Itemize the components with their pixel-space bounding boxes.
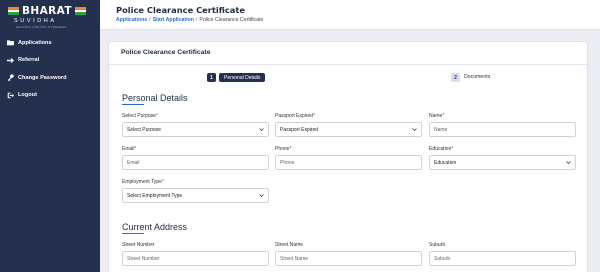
- label-text: Passport Expired: [275, 113, 314, 119]
- required-mark: *: [155, 113, 158, 119]
- chevron-down-icon: [259, 127, 264, 132]
- required-mark: *: [313, 113, 316, 119]
- email-input[interactable]: Email: [122, 155, 269, 170]
- page-header: Police Clearance Certificate Application…: [100, 0, 600, 30]
- email-field: Email* Email: [122, 146, 269, 170]
- sidebar-item-label: Logout: [18, 92, 37, 99]
- brand-tagline: HELPING INDIANS OVERSEAS: [16, 25, 67, 29]
- logout-icon: [7, 92, 14, 99]
- brand-logo[interactable]: BHARAT SUVIDHA HELPING INDIANS OVERSEAS: [0, 0, 100, 29]
- required-mark: *: [289, 146, 292, 152]
- required-mark: *: [161, 179, 164, 185]
- key-icon: [7, 74, 14, 82]
- label-text: Phone: [275, 146, 290, 152]
- input-placeholder: Phone: [280, 159, 295, 166]
- input-placeholder: Email: [127, 159, 140, 166]
- sidebar-item-label: Change Password: [18, 74, 67, 81]
- breadcrumb-separator: /: [149, 17, 151, 23]
- select-value: Education: [434, 159, 457, 166]
- phone-field: Phone* Phone: [275, 146, 422, 170]
- sidebar-item-change-password[interactable]: Change Password: [0, 69, 100, 87]
- field-label: Education*: [429, 146, 576, 153]
- field-label: Name*: [429, 113, 576, 120]
- phone-input[interactable]: Phone: [275, 155, 422, 170]
- breadcrumb-start-application[interactable]: Start Application: [153, 17, 194, 23]
- street-number-input[interactable]: Street Number: [122, 251, 269, 266]
- sidebar-item-label: Applications: [18, 39, 52, 46]
- step-1-label[interactable]: Personal Details: [219, 73, 266, 82]
- step-1-number[interactable]: 1: [207, 73, 216, 82]
- input-placeholder: Suburb: [434, 255, 451, 262]
- passport-expired-field: Passport Expired* Passport Expired: [275, 113, 422, 137]
- sidebar-item-referral[interactable]: Referral: [0, 52, 100, 70]
- breadcrumb-applications[interactable]: Applications: [116, 17, 147, 23]
- label-text: Education: [429, 146, 452, 152]
- card-title: Police Clearance Certificate: [109, 42, 587, 65]
- education-select[interactable]: Education: [429, 155, 576, 170]
- label-text: Email: [122, 146, 135, 152]
- field-label: Phone*: [275, 146, 422, 153]
- label-text: Select Purpose: [122, 113, 156, 119]
- stepper: 1 Personal Details 2 Documents: [109, 73, 587, 85]
- employment-type-select[interactable]: Select Employment Type: [122, 188, 269, 203]
- label-text: Employment Type: [122, 179, 162, 185]
- sidebar-item-logout[interactable]: Logout: [0, 87, 100, 105]
- purpose-field: Select Purpose* Select Purpose: [122, 113, 269, 137]
- street-name-field: Street Name Street Name: [275, 242, 422, 266]
- section-underline: [122, 232, 144, 234]
- brand-sub: SUVIDHA: [14, 18, 57, 24]
- field-label: Suburb: [429, 242, 446, 248]
- required-mark: *: [451, 146, 454, 152]
- arrow-right-icon: [7, 57, 14, 64]
- sidebar-item-label: Referral: [18, 57, 40, 64]
- breadcrumb: Applications / Start Application / Police Cl…: [116, 17, 600, 23]
- brand-name: BHARAT: [22, 5, 72, 17]
- chevron-down-icon: [566, 160, 571, 165]
- label-text: Name: [429, 113, 443, 119]
- step-2-label[interactable]: Documents: [464, 74, 490, 80]
- flag-icon: [74, 7, 86, 16]
- select-value: Select Purpose: [127, 126, 161, 133]
- employment-type-field: Employment Type* Select Employment Type: [122, 179, 269, 203]
- suburb-field: Suburb Suburb: [429, 242, 576, 266]
- name-input[interactable]: Name: [429, 122, 576, 137]
- street-name-input[interactable]: Street Name: [275, 251, 422, 266]
- sidebar: BHARAT SUVIDHA HELPING INDIANS OVERSEAS …: [0, 0, 100, 272]
- section-title-current-address: Current Address: [122, 222, 188, 234]
- folder-icon: [7, 39, 14, 46]
- flag-icon: [8, 7, 19, 16]
- field-label: Street Number: [122, 242, 155, 248]
- street-number-field: Street Number Street Number: [122, 242, 269, 266]
- suburb-input[interactable]: Suburb: [429, 251, 576, 266]
- section-title-personal-details: Personal Details: [122, 93, 188, 105]
- field-label: Passport Expired*: [275, 113, 422, 120]
- breadcrumb-separator: /: [195, 17, 198, 23]
- chevron-down-icon: [412, 127, 417, 132]
- field-label: Select Purpose*: [122, 113, 269, 120]
- input-placeholder: Street Name: [280, 255, 309, 262]
- education-field: Education* Education: [429, 146, 576, 170]
- required-mark: *: [134, 146, 137, 152]
- chevron-down-icon: [259, 193, 264, 198]
- application-card: Police Clearance Certificate 1 Personal …: [108, 41, 588, 272]
- input-placeholder: Name: [434, 126, 448, 133]
- field-label: Street Name: [275, 242, 304, 248]
- required-mark: *: [442, 113, 445, 119]
- section-title-text: Current Address: [122, 222, 188, 232]
- passport-expired-select[interactable]: Passport Expired: [275, 122, 422, 137]
- name-field: Name* Name: [429, 113, 576, 137]
- field-label: Email*: [122, 146, 269, 153]
- select-value: Passport Expired: [280, 126, 319, 133]
- purpose-select[interactable]: Select Purpose: [122, 122, 269, 137]
- section-underline: [122, 103, 144, 105]
- step-2-number[interactable]: 2: [451, 73, 460, 82]
- field-label: Employment Type*: [122, 179, 269, 186]
- sidebar-nav: Applications Referral Change Password Lo…: [0, 34, 100, 104]
- sidebar-item-applications[interactable]: Applications: [0, 34, 100, 52]
- breadcrumb-current: Police Clearance Certificate: [199, 17, 264, 23]
- page-title: Police Clearance Certificate: [116, 5, 245, 15]
- input-placeholder: Street Number: [127, 255, 160, 262]
- select-value: Select Employment Type: [127, 192, 183, 199]
- section-title-text: Personal Details: [122, 93, 188, 103]
